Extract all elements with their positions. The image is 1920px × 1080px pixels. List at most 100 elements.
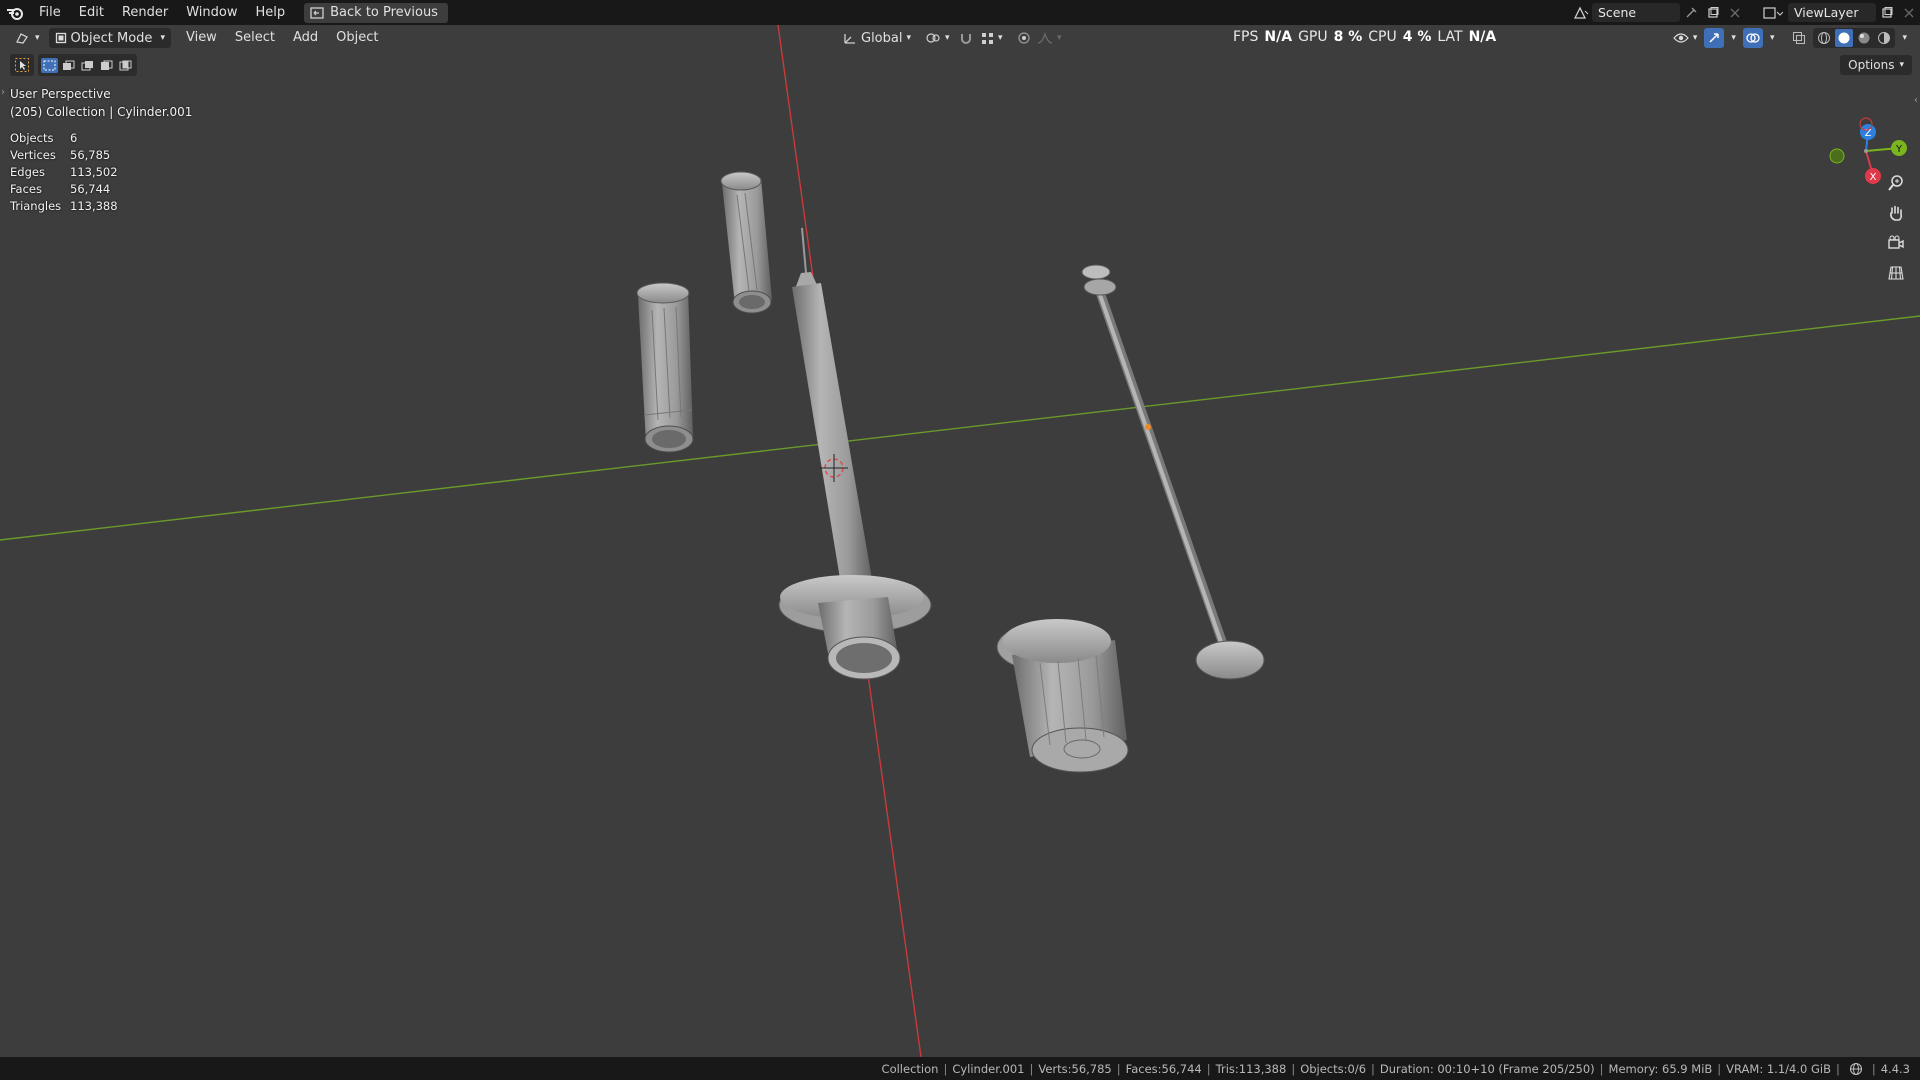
proportional-edit-icon xyxy=(1018,32,1030,44)
stat-key: Triangles xyxy=(10,199,62,213)
stat-value: 113,502 xyxy=(70,165,118,179)
select-new-icon[interactable] xyxy=(41,57,58,73)
pivot-point-button[interactable]: ▾ xyxy=(920,28,955,48)
status-version: 4.4.3 xyxy=(1880,1061,1910,1076)
editor-type-button[interactable]: ▾ xyxy=(10,28,45,48)
rendered-shading-icon[interactable] xyxy=(1875,31,1893,45)
menu-object[interactable]: Object xyxy=(327,25,387,51)
overlays-dropdown[interactable]: ▾ xyxy=(1765,28,1780,48)
xray-toggle[interactable] xyxy=(1787,28,1811,48)
blender-logo-icon[interactable] xyxy=(0,0,30,25)
visibility-dropdown[interactable]: ▾ xyxy=(1668,28,1703,48)
mode-label: Object Mode xyxy=(70,30,153,46)
zoom-icon[interactable] xyxy=(1882,171,1910,195)
scene-type-icon[interactable] xyxy=(1570,3,1592,22)
syringe-barrel[interactable] xyxy=(778,227,932,680)
menu-select[interactable]: Select xyxy=(226,25,284,51)
back-screen-icon xyxy=(310,6,324,19)
stat-key: Vertices xyxy=(10,148,56,162)
syringe-cap[interactable] xyxy=(996,619,1129,773)
view-layer-name: ViewLayer xyxy=(1794,5,1859,20)
gizmo-dropdown[interactable]: ▾ xyxy=(1726,28,1741,48)
stat-value: 6 xyxy=(70,131,78,145)
menu-add[interactable]: Add xyxy=(284,25,327,51)
menu-render[interactable]: Render xyxy=(113,0,177,25)
cylinder-small-top[interactable] xyxy=(720,171,772,314)
status-tris: Tris:113,388 xyxy=(1215,1061,1287,1076)
gizmo-icon xyxy=(1709,33,1720,43)
stat-key: Faces xyxy=(10,182,42,196)
chevron-down-icon: ▾ xyxy=(945,33,950,43)
chevron-down-icon: ▾ xyxy=(1769,33,1775,43)
stat-row: Vertices 56,785 xyxy=(10,147,118,164)
network-globe-icon[interactable] xyxy=(1849,1062,1863,1076)
plunger-rod[interactable] xyxy=(1081,264,1265,680)
menu-help[interactable]: Help xyxy=(247,0,295,25)
options-dropdown[interactable]: Options ▾ xyxy=(1840,55,1912,75)
gizmo-toggle[interactable] xyxy=(1704,28,1725,48)
select-extend-icon[interactable] xyxy=(60,58,77,73)
viewport-header: ▾ Object Mode ▾ View Select Add Object G… xyxy=(0,25,1920,51)
stat-row: Edges 113,502 xyxy=(10,164,118,181)
performance-readout: FPS N/A GPU 8 % CPU 4 % LAT N/A xyxy=(1233,25,1496,49)
solid-shading-icon[interactable] xyxy=(1835,29,1854,47)
status-duration: Duration: 00:10+10 (Frame 205/250) xyxy=(1379,1061,1595,1076)
delete-scene-icon[interactable] xyxy=(1724,3,1746,22)
material-shading-icon[interactable] xyxy=(1855,31,1873,45)
status-verts: Verts:56,785 xyxy=(1038,1061,1112,1076)
toolbar-toggle-icon[interactable]: › xyxy=(1,87,5,98)
stat-value: 56,785 xyxy=(70,148,111,162)
falloff-dropdown[interactable]: ▾ xyxy=(1032,28,1067,48)
perspective-grid-icon[interactable] xyxy=(1882,261,1910,285)
menu-edit[interactable]: Edit xyxy=(70,0,113,25)
snap-target-dropdown[interactable]: ▾ xyxy=(976,28,1008,48)
back-to-previous-label: Back to Previous xyxy=(330,5,438,20)
back-to-previous-button[interactable]: Back to Previous xyxy=(304,2,448,23)
gizmo-y-label: Y xyxy=(1895,144,1903,155)
stat-row: Triangles 113,388 xyxy=(10,198,118,215)
view-layer-type-icon[interactable] xyxy=(1758,3,1788,22)
tool-settings-row xyxy=(10,54,137,76)
snap-grid-icon xyxy=(982,32,993,44)
object-mode-icon xyxy=(55,32,66,44)
cpu-label: CPU xyxy=(1368,29,1397,45)
camera-view-icon[interactable] xyxy=(1882,231,1910,255)
snap-toggle[interactable] xyxy=(954,28,978,48)
chevron-down-icon: ▾ xyxy=(998,33,1003,43)
transform-orientation-dropdown[interactable]: Global ▾ xyxy=(838,28,916,48)
select-subtract-icon[interactable] xyxy=(79,58,96,73)
eye-icon xyxy=(1673,33,1689,43)
scene-field[interactable]: Scene xyxy=(1592,3,1680,22)
cylinder-small-left[interactable] xyxy=(636,282,694,453)
sidebar-toggle-icon[interactable]: ‹ xyxy=(1914,95,1918,106)
stat-row: Faces 56,744 xyxy=(10,181,118,198)
magnet-icon xyxy=(961,34,971,44)
pivot-icon xyxy=(926,33,940,43)
wireframe-shading-icon[interactable] xyxy=(1815,31,1833,45)
scene-name: Scene xyxy=(1598,5,1637,20)
select-box-tool[interactable] xyxy=(10,54,34,76)
menu-window[interactable]: Window xyxy=(177,0,246,25)
delete-view-layer-icon[interactable] xyxy=(1898,3,1920,22)
select-intersect-icon[interactable] xyxy=(117,58,134,73)
pan-hand-icon[interactable] xyxy=(1882,201,1910,225)
transform-orientation-label: Global xyxy=(861,30,903,46)
viewport-info: User Perspective (205) Collection | Cyli… xyxy=(10,85,192,121)
menu-view[interactable]: View xyxy=(177,25,226,51)
mode-dropdown[interactable]: Object Mode ▾ xyxy=(48,28,171,48)
gpu-value: 8 % xyxy=(1333,29,1363,45)
chevron-down-icon: ▾ xyxy=(906,33,912,43)
shading-dropdown[interactable]: ▾ xyxy=(1897,28,1912,48)
options-label: Options xyxy=(1848,58,1895,72)
overlays-toggle[interactable] xyxy=(1742,28,1763,48)
menu-file[interactable]: File xyxy=(30,0,70,25)
view-layer-field[interactable]: ViewLayer xyxy=(1788,3,1876,22)
select-invert-icon[interactable] xyxy=(98,58,115,73)
new-scene-icon[interactable] xyxy=(1702,3,1724,22)
3d-viewport[interactable]: Z Y X ▾ Object Mode ▾ View Select Add Ob… xyxy=(0,25,1920,1057)
pin-icon[interactable] xyxy=(1680,3,1702,22)
cursor-select-icon xyxy=(15,58,29,72)
viewport-scene[interactable]: Z Y X xyxy=(0,25,1920,1057)
new-view-layer-icon[interactable] xyxy=(1876,3,1898,22)
falloff-curve-icon xyxy=(1037,32,1053,44)
